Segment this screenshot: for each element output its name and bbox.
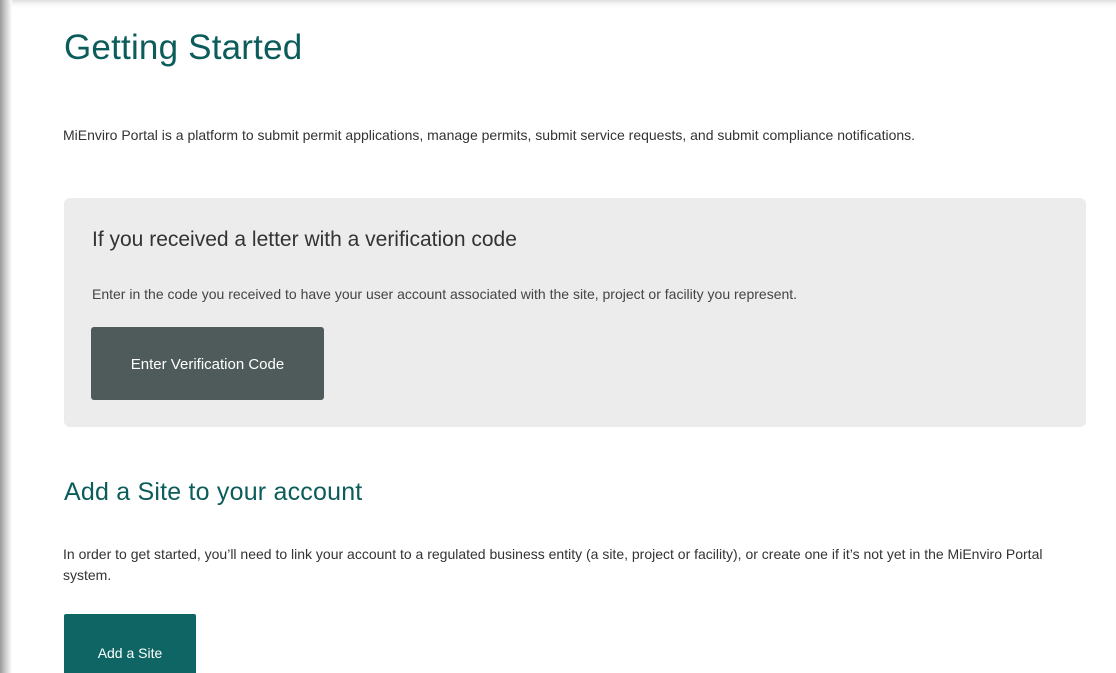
enter-verification-code-button[interactable]: Enter Verification Code (91, 327, 324, 400)
add-site-heading: Add a Site to your account (64, 478, 363, 506)
verification-description: Enter in the code you received to have y… (92, 286, 798, 302)
verification-code-panel: If you received a letter with a verifica… (64, 198, 1086, 427)
add-site-button[interactable]: Add a Site (64, 614, 196, 673)
verification-heading: If you received a letter with a verifica… (92, 228, 517, 251)
portal-intro-text: MiEnviro Portal is a platform to submit … (63, 127, 916, 143)
page-title: Getting Started (64, 28, 303, 67)
getting-started-page: Getting Started MiEnviro Portal is a pla… (12, 0, 1116, 673)
add-site-description: In order to get started, you’ll need to … (63, 546, 1043, 583)
window-frame: Getting Started MiEnviro Portal is a pla… (0, 0, 1116, 673)
